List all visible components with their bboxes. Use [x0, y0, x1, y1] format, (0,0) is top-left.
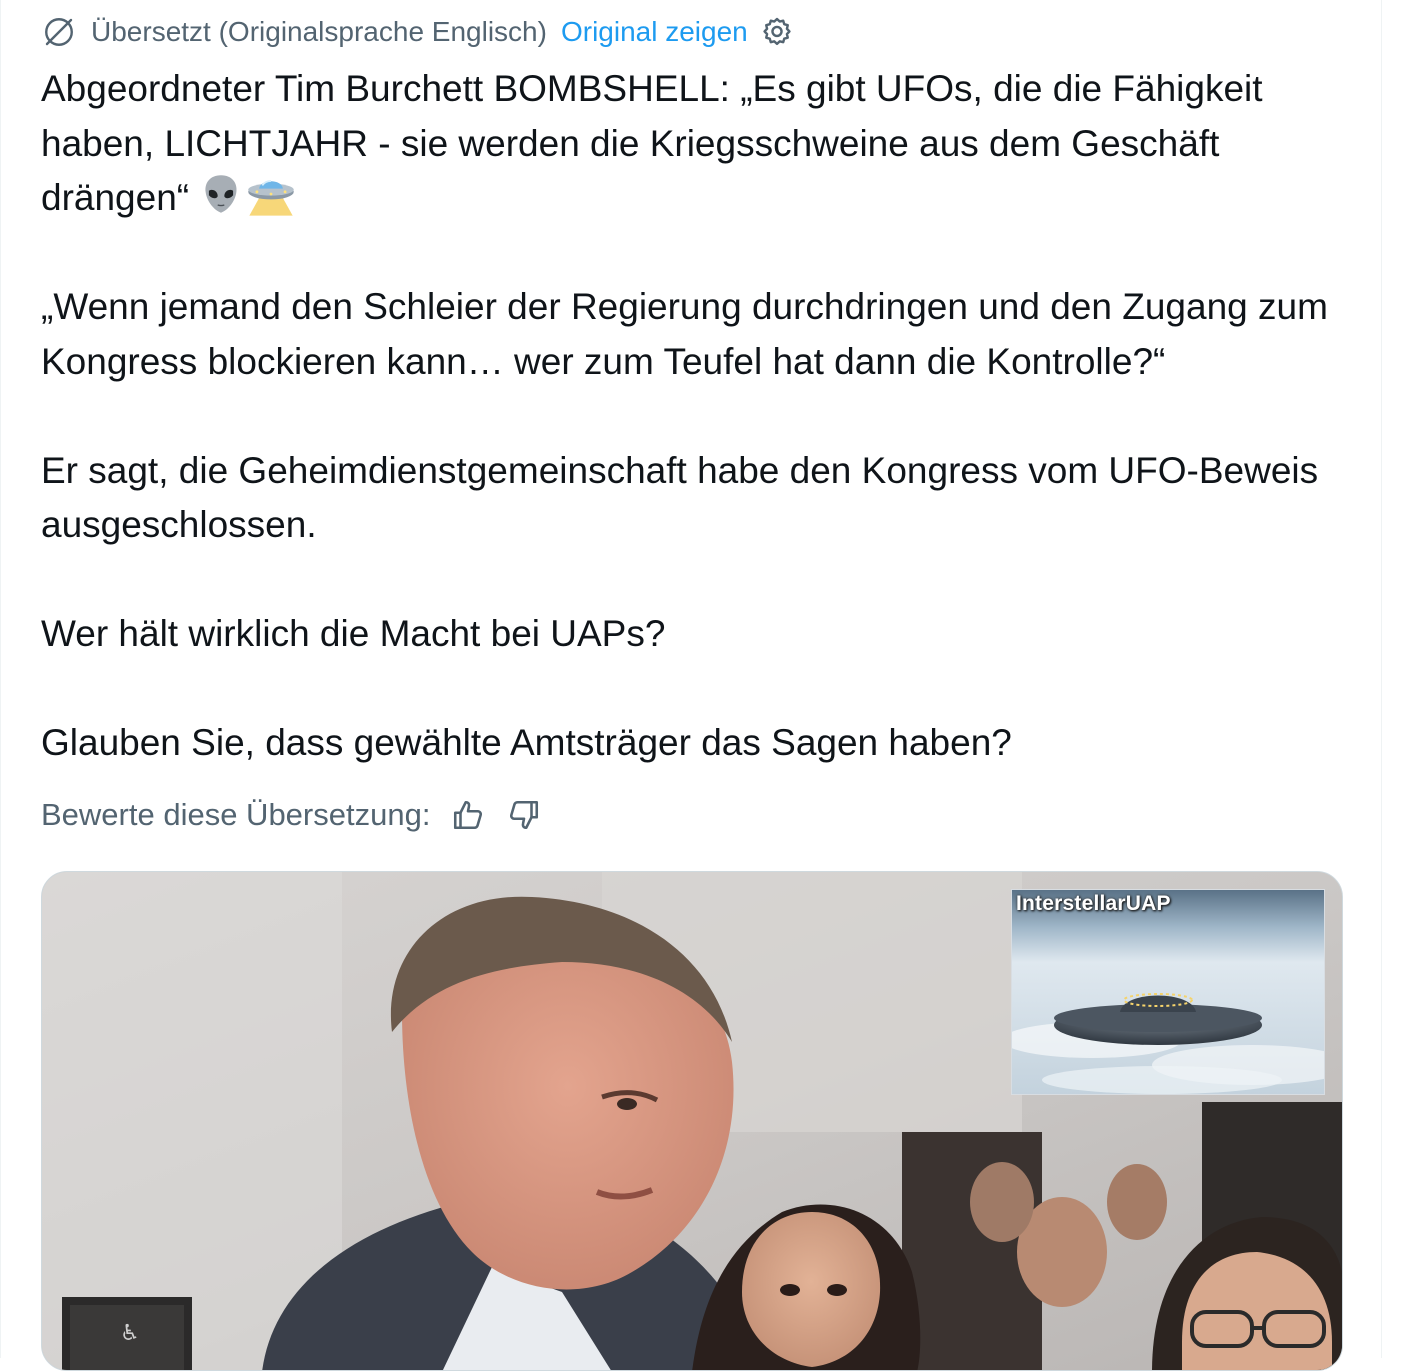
- ufo-emoji: [248, 180, 294, 216]
- thumbs-down-icon[interactable]: [506, 797, 542, 833]
- rate-translation-label: Bewerte diese Übersetzung:: [41, 797, 431, 832]
- show-original-link[interactable]: Original zeigen: [561, 16, 748, 48]
- tweet-paragraph: „Wenn jemand den Schleier der Regierung …: [41, 286, 1328, 382]
- gear-icon[interactable]: [760, 15, 794, 49]
- emoji-group: [199, 172, 297, 216]
- tweet-paragraph: Glauben Sie, dass gewählte Amtsträger da…: [41, 722, 1012, 763]
- alien-emoji: [205, 175, 237, 213]
- watermark-inset: InterstellarUAP: [1011, 889, 1325, 1095]
- thumbs-up-icon[interactable]: [450, 797, 486, 833]
- watermark-text: InterstellarUAP: [1016, 892, 1171, 915]
- translated-label: Übersetzt (Originalsprache Englisch): [91, 16, 547, 47]
- svg-text:♿: ♿: [120, 1321, 140, 1346]
- tweet-paragraph: Abgeordneter Tim Burchett BOMBSHELL: „Es…: [41, 62, 1361, 226]
- tweet-card: Übersetzt (Originalsprache Englisch) Ori…: [0, 0, 1382, 1371]
- ufo-thumbnail: [1012, 890, 1324, 1094]
- translate-icon: [41, 14, 77, 50]
- tweet-paragraph: Wer hält wirklich die Macht bei UAPs?: [41, 613, 666, 654]
- tweet-paragraph: Er sagt, die Geheimdienstgemeinschaft ha…: [41, 449, 1319, 546]
- translation-bar: Übersetzt (Originalsprache Englisch) Ori…: [41, 12, 794, 52]
- rate-translation-bar: Bewerte diese Übersetzung:: [41, 792, 542, 838]
- video-player[interactable]: ♿ InterstellarUAP: [41, 871, 1343, 1371]
- tweet-text: Abgeordneter Tim Burchett BOMBSHELL: „Es…: [41, 62, 1361, 771]
